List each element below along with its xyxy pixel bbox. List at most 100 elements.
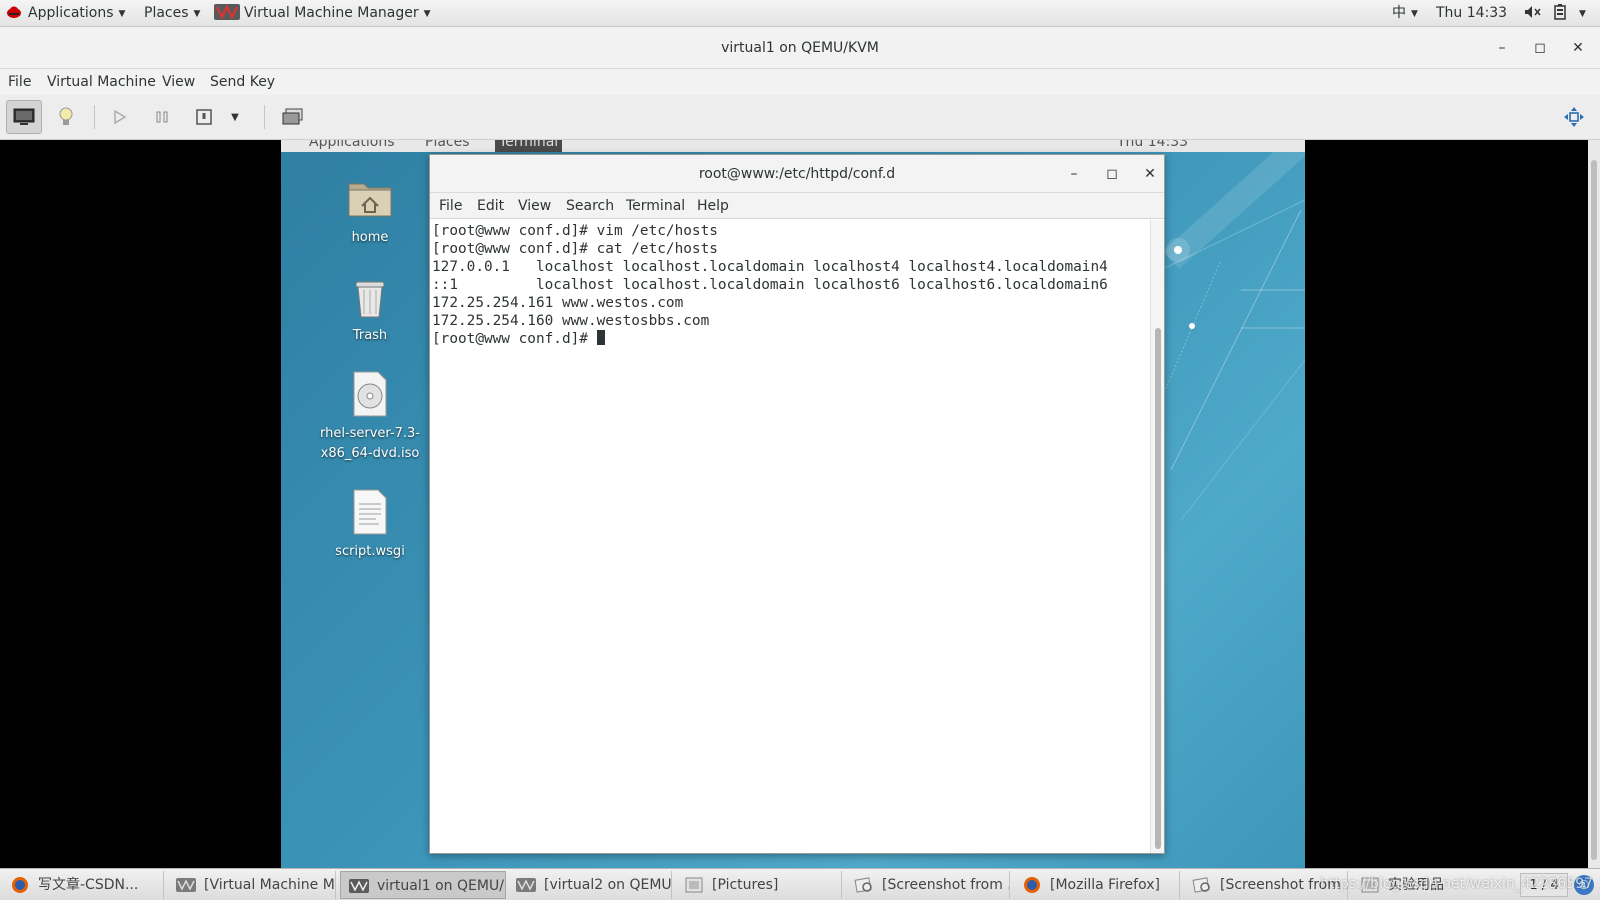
desktop-icon-label: Trash [352, 328, 388, 343]
terminal-prompt: [root@www conf.d]# [432, 331, 597, 347]
host-top-bar: Applications ▼ Places ▼ Virtual Machine Ma… [0, 0, 1600, 27]
vm-icon [349, 879, 369, 893]
places-menu[interactable]: Places ▼ [144, 0, 200, 27]
guest-places-menu[interactable]: Places [425, 140, 470, 152]
power-icon [196, 109, 212, 125]
system-menu[interactable]: ▼ [1574, 0, 1586, 27]
applications-menu[interactable]: Applications ▼ [6, 0, 125, 27]
menu-file[interactable]: File [8, 69, 31, 95]
display-scroll-thumb[interactable] [1591, 160, 1597, 860]
applications-label: Applications [28, 5, 114, 21]
terminal-title: root@www:/etc/httpd/conf.d [698, 166, 896, 182]
screenshot-icon [854, 877, 872, 893]
terminal-menu-view[interactable]: View [518, 193, 551, 219]
shutdown-button[interactable] [186, 100, 222, 134]
snapshot-icon [282, 108, 303, 125]
vm-display[interactable]: Applications Places Terminal Thu 14:33 h… [0, 140, 1600, 868]
task-label: [Mozilla Firefox] [1050, 877, 1160, 893]
task-label: 写文章-CSDN... [38, 877, 139, 893]
minimize-button[interactable]: – [1484, 27, 1520, 69]
desktop-icon-label: script.wsgi [335, 544, 405, 559]
pause-button[interactable] [144, 100, 180, 134]
guest-applications-menu[interactable]: Applications [309, 140, 395, 152]
chevron-down-icon: ▼ [193, 9, 201, 19]
run-button[interactable] [102, 100, 138, 134]
window-title-bar: virtual1 on QEMU/KVM – ◻ ✕ [0, 27, 1600, 69]
terminal-menu-file[interactable]: File [439, 193, 462, 219]
firefox-icon [12, 877, 28, 893]
terminal-line: 172.25.254.161 www.westos.com [432, 295, 684, 311]
terminal-line: [root@www conf.d]# vim /etc/hosts [432, 223, 718, 239]
desktop-icon-label: rhel-server-7.3-x86_64-dvd.iso [319, 426, 421, 461]
terminal-scroll-thumb[interactable] [1155, 328, 1161, 849]
task-label: [Pictures] [712, 877, 779, 893]
desktop-icon-script[interactable]: script.wsgi [315, 488, 425, 562]
details-view-button[interactable] [48, 100, 84, 134]
terminal-maximize-button[interactable]: ◻ [1094, 155, 1130, 193]
guest-terminal-menu[interactable]: Terminal [495, 140, 563, 152]
pause-icon [156, 111, 168, 123]
terminal-menu-terminal[interactable]: Terminal [626, 193, 685, 219]
trash-icon [355, 281, 385, 318]
task-virt-manager[interactable]: [Virtual Machine M... [168, 871, 336, 899]
terminal-window[interactable]: root@www:/etc/httpd/conf.d – ◻ ✕ File Ed… [429, 154, 1165, 854]
maximize-button[interactable]: ◻ [1522, 27, 1558, 69]
shutdown-menu-button[interactable]: ▼ [224, 100, 246, 134]
chevron-down-icon: ▼ [1411, 9, 1418, 19]
task-pictures[interactable]: [Pictures] [676, 871, 842, 899]
volume-icon[interactable] [1524, 0, 1542, 27]
terminal-menu-help[interactable]: Help [697, 193, 729, 219]
places-label: Places [144, 5, 189, 21]
console-view-button[interactable] [6, 100, 42, 134]
task-csdn[interactable]: 写文章-CSDN... [2, 871, 164, 899]
vm-icon [516, 878, 536, 892]
text-file-icon [353, 489, 387, 535]
desktop-icon-iso[interactable]: rhel-server-7.3-x86_64-dvd.iso [315, 370, 425, 464]
terminal-minimize-button[interactable]: – [1056, 155, 1092, 193]
clock[interactable]: Thu 14:33 [1436, 0, 1507, 27]
display-scrollbar[interactable] [1588, 140, 1600, 868]
terminal-menu-bar: File Edit View Search Terminal Help [430, 193, 1164, 219]
terminal-title-bar[interactable]: root@www:/etc/httpd/conf.d – ◻ ✕ [430, 155, 1164, 193]
menu-view[interactable]: View [162, 69, 195, 95]
redhat-logo-icon [7, 6, 21, 18]
terminal-menu-search[interactable]: Search [566, 193, 614, 219]
play-icon [114, 109, 127, 125]
task-label: [Screenshot from ... [882, 877, 1010, 893]
battery-icon[interactable] [1554, 0, 1566, 27]
close-button[interactable]: ✕ [1560, 27, 1596, 69]
lightbulb-icon [59, 107, 73, 125]
terminal-line: 127.0.0.1 localhost localhost.localdomai… [432, 259, 1108, 275]
task-label: virtual1 on QEMU/... [377, 878, 506, 894]
desktop-icon-trash[interactable]: Trash [315, 272, 425, 346]
toolbar-separator [94, 105, 95, 129]
terminal-close-button[interactable]: ✕ [1132, 155, 1168, 193]
menu-virtual-machine[interactable]: Virtual Machine [47, 69, 156, 95]
terminal-line: ::1 localhost localhost.localdomain loca… [432, 277, 1108, 293]
window-toolbar: ▼ [0, 95, 1600, 140]
app-menu[interactable]: Virtual Machine Manager ▼ [214, 0, 431, 27]
desktop-icon-label: home [351, 230, 389, 245]
input-method-indicator[interactable]: 中 ▼ [1392, 0, 1418, 27]
terminal-prompt-line: [root@www conf.d]# [432, 330, 1148, 348]
terminal-menu-edit[interactable]: Edit [477, 193, 504, 219]
guest-desktop[interactable]: Applications Places Terminal Thu 14:33 h… [281, 140, 1305, 868]
window-menu-bar: File Virtual Machine View Send Key [0, 69, 1600, 95]
task-firefox[interactable]: [Mozilla Firefox] [1014, 871, 1180, 899]
terminal-output[interactable]: [root@www conf.d]# vim /etc/hosts [root@w… [430, 220, 1150, 853]
task-label: [Virtual Machine M... [204, 877, 336, 893]
app-menu-label: Virtual Machine Manager [244, 5, 419, 21]
chevron-down-icon: ▼ [231, 111, 239, 123]
task-virtual1[interactable]: virtual1 on QEMU/... [340, 871, 506, 899]
menu-send-key[interactable]: Send Key [210, 69, 275, 95]
snapshot-button[interactable] [275, 100, 311, 134]
task-virtual2[interactable]: [virtual2 on QEMU... [508, 871, 672, 899]
fullscreen-button[interactable] [1556, 100, 1592, 134]
terminal-scrollbar[interactable] [1150, 220, 1164, 853]
screenshot-icon [1192, 877, 1210, 893]
guest-clock[interactable]: Thu 14:33 [1117, 140, 1188, 152]
task-screenshot-1[interactable]: [Screenshot from ... [846, 871, 1010, 899]
firefox-icon [1024, 877, 1040, 893]
virt-manager-icon [214, 4, 240, 20]
desktop-icon-home[interactable]: home [315, 174, 425, 248]
